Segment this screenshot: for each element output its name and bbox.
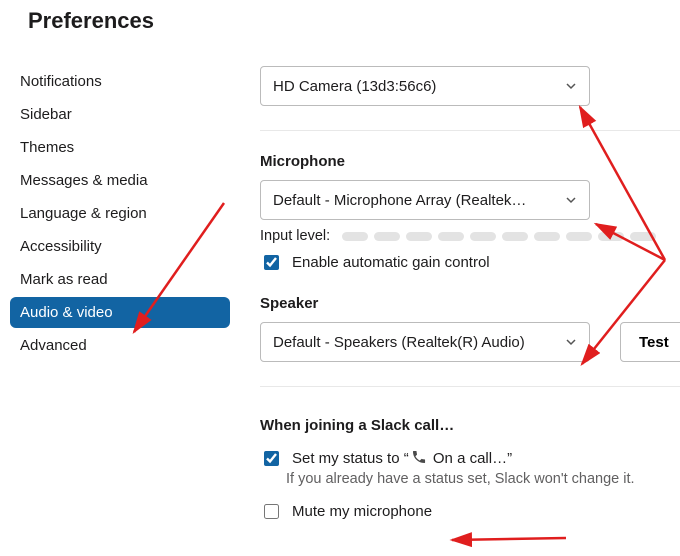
microphone-select[interactable]: Default - Microphone Array (Realtek… <box>260 180 590 220</box>
speaker-select[interactable]: Default - Speakers (Realtek(R) Audio) <box>260 322 590 362</box>
joining-heading: When joining a Slack call… <box>260 417 680 434</box>
chevron-down-icon <box>565 336 577 348</box>
input-level-label: Input level: <box>260 228 330 244</box>
sidebar-item-mark-as-read[interactable]: Mark as read <box>10 264 230 295</box>
sidebar-item-audio-video[interactable]: Audio & video <box>10 297 230 328</box>
settings-panel: HD Camera (13d3:56c6) Microphone Default… <box>230 66 680 522</box>
sidebar-item-sidebar[interactable]: Sidebar <box>10 99 230 130</box>
set-status-label: Set my status to “ On a call…” <box>292 449 512 469</box>
divider <box>260 130 680 131</box>
sidebar-item-advanced[interactable]: Advanced <box>10 330 230 361</box>
microphone-heading: Microphone <box>260 153 680 170</box>
test-speaker-button[interactable]: Test <box>620 322 680 362</box>
speaker-select-value: Default - Speakers (Realtek(R) Audio) <box>273 334 565 351</box>
sidebar-item-themes[interactable]: Themes <box>10 132 230 163</box>
mute-mic-checkbox[interactable] <box>264 504 279 519</box>
speaker-heading: Speaker <box>260 295 680 312</box>
sidebar-item-language-region[interactable]: Language & region <box>10 198 230 229</box>
sidebar-item-accessibility[interactable]: Accessibility <box>10 231 230 262</box>
chevron-down-icon <box>565 194 577 206</box>
gain-control-label: Enable automatic gain control <box>292 254 490 271</box>
gain-control-checkbox[interactable] <box>264 255 279 270</box>
chevron-down-icon <box>565 80 577 92</box>
page-title: Preferences <box>0 0 680 34</box>
preferences-sidebar: Notifications Sidebar Themes Messages & … <box>0 66 230 522</box>
camera-select[interactable]: HD Camera (13d3:56c6) <box>260 66 590 106</box>
mute-mic-label: Mute my microphone <box>292 503 432 520</box>
set-status-checkbox[interactable] <box>264 451 279 466</box>
set-status-note: If you already have a status set, Slack … <box>286 471 680 487</box>
sidebar-item-notifications[interactable]: Notifications <box>10 66 230 97</box>
phone-icon <box>411 449 427 469</box>
camera-select-value: HD Camera (13d3:56c6) <box>273 78 565 95</box>
microphone-select-value: Default - Microphone Array (Realtek… <box>273 192 565 209</box>
sidebar-item-messages-media[interactable]: Messages & media <box>10 165 230 196</box>
divider <box>260 386 680 387</box>
input-level-meter <box>342 232 656 241</box>
